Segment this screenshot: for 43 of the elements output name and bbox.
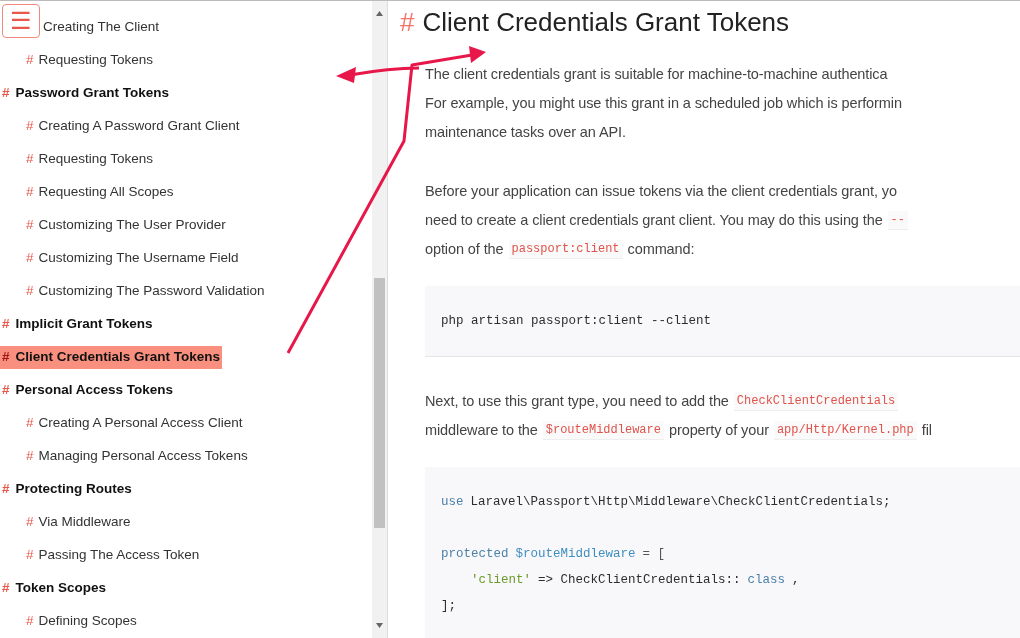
paragraph-text: need to create a client credentials grant client. You may do this using the: [425, 210, 883, 230]
paragraph-text: The client credentials grant is suitable for machine-to-machine authentica: [425, 64, 888, 84]
sidebar-link[interactable]: # Customizing The User Provider: [25, 215, 227, 236]
inline-code: CheckClientCredentials: [733, 392, 899, 411]
sidebar-section-link[interactable]: # Password Grant Tokens: [0, 82, 172, 105]
sidebar-link[interactable]: # Requesting All Scopes: [25, 182, 175, 203]
sidebar-link[interactable]: # Defining Scopes: [25, 611, 138, 632]
sidebar-section-link[interactable]: # Implicit Grant Tokens: [0, 313, 155, 336]
sidebar-section-link[interactable]: # Personal Access Tokens: [0, 379, 176, 402]
paragraph-text: Before your application can issue tokens via the client credentials grant, yo: [425, 181, 897, 201]
sidebar-link[interactable]: # Customizing The Password Validation: [25, 281, 266, 302]
scrollbar[interactable]: [372, 1, 387, 638]
scroll-up-icon[interactable]: [376, 11, 383, 16]
sidebar-link[interactable]: # Customizing The Username Field: [25, 248, 240, 269]
sidebar-link[interactable]: # Via Middleware: [25, 512, 132, 533]
inline-code: passport:client: [508, 240, 623, 259]
code-block: use Laravel\Passport\Http\Middleware\CheckClientCredentials; protected $routeMiddleware = [ 'client' => CheckClientCredentials:: class , ];: [425, 467, 1020, 638]
sidebar-link[interactable]: # Creating A Password Grant Client: [25, 116, 241, 137]
inline-code: app/Http/Kernel.php: [773, 421, 917, 440]
paragraph-text: property of your: [668, 420, 769, 440]
sidebar-link[interactable]: # Requesting Tokens: [25, 149, 155, 170]
sidebar-link[interactable]: # Managing Personal Access Tokens: [25, 446, 249, 467]
code-block: php artisan passport:client --client: [425, 286, 1020, 357]
sidebar-section-link[interactable]: # Client Credentials Grant Tokens: [0, 346, 223, 369]
sidebar-link[interactable]: Creating The Client: [42, 17, 161, 38]
page-heading: # Client Credentials Grant Tokens: [400, 6, 791, 39]
paragraph-text: maintenance tasks over an API.: [425, 122, 626, 142]
paragraph-text: fil: [921, 420, 932, 440]
paragraph-text: middleware to the: [425, 420, 538, 440]
sidebar-section-link[interactable]: # Token Scopes: [0, 577, 109, 600]
inline-code: --: [887, 211, 908, 230]
sidebar-link[interactable]: # Creating A Personal Access Client: [25, 413, 244, 434]
sidebar-link[interactable]: # Passing The Access Token: [25, 545, 201, 566]
paragraph-text: command:: [627, 239, 695, 259]
scrollbar-thumb[interactable]: [374, 278, 385, 528]
inline-code: $routeMiddleware: [542, 421, 664, 440]
sidebar-link[interactable]: # Requesting Tokens: [25, 50, 155, 71]
sidebar-section-link[interactable]: # Protecting Routes: [0, 478, 134, 501]
scroll-down-icon[interactable]: [376, 623, 383, 628]
paragraph-text: option of the: [425, 239, 504, 259]
paragraph-text: Next, to use this grant type, you need to add the: [425, 391, 729, 411]
paragraph-text: For example, you might use this grant in a scheduled job which is performin: [425, 93, 902, 113]
menu-button[interactable]: ☰: [2, 4, 40, 38]
